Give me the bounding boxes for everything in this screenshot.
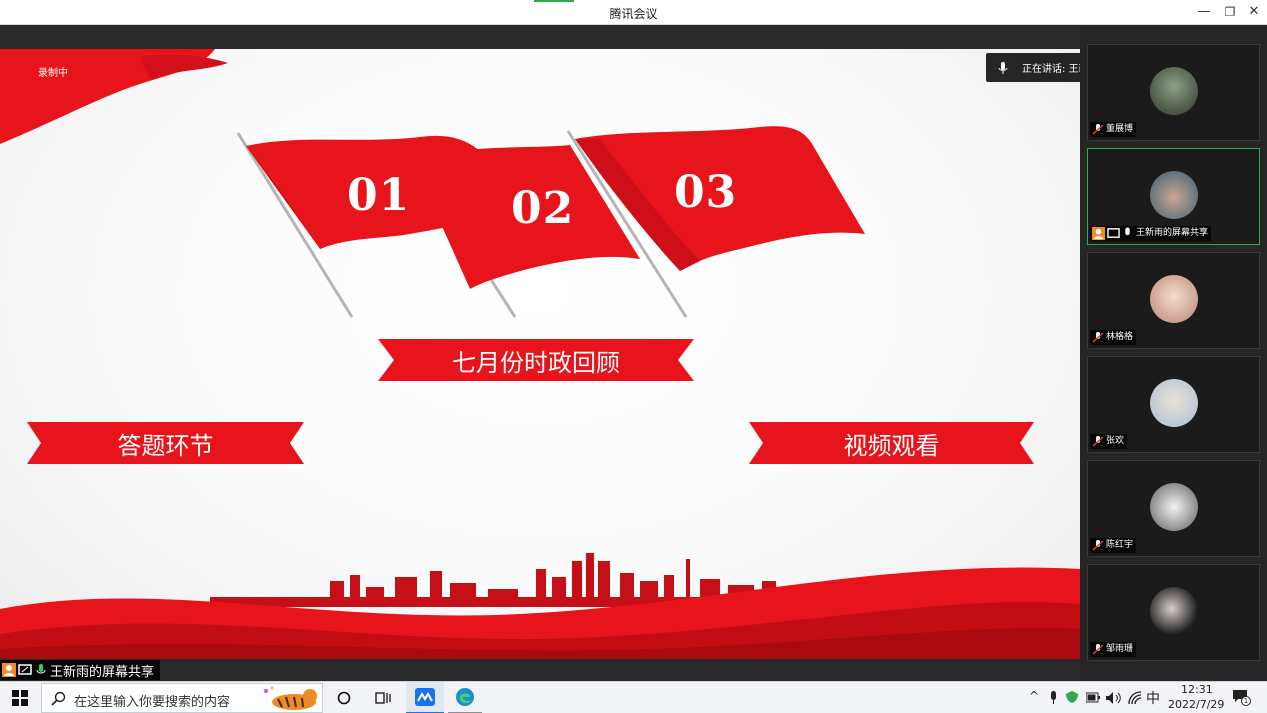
tray-expand-icon[interactable]: ^ <box>1029 689 1039 703</box>
right-banner: 视频观看 <box>749 422 1034 464</box>
mic-icon <box>1125 227 1130 236</box>
sketch-avatar <box>1150 483 1198 531</box>
wifi-icon[interactable] <box>1128 691 1142 705</box>
windows-icon <box>12 690 28 706</box>
task-view-icon <box>375 692 391 704</box>
edge-taskbar-button[interactable] <box>448 682 482 713</box>
screen-share-icon <box>1107 228 1120 238</box>
cartoon-avatar <box>1150 67 1198 115</box>
taskbar-search[interactable]: 在这里输入你要搜索的内容 <box>41 683 323 713</box>
volume-icon[interactable] <box>1105 691 1123 705</box>
center-banner: 七月份时政回顾 <box>378 339 694 381</box>
title-bar: 腾讯会议 — ❐ ✕ <box>0 0 1267 25</box>
screen-share-icon <box>18 664 32 675</box>
tiger-illustration-icon <box>264 686 317 710</box>
tencent-meeting-taskbar-button[interactable] <box>406 682 444 713</box>
ime-indicator[interactable]: 中 <box>1146 688 1160 708</box>
user-icon <box>1092 227 1105 240</box>
task-view-button[interactable] <box>332 682 356 713</box>
participant-tile[interactable]: 陈红宇 <box>1087 460 1260 557</box>
clock-date[interactable]: 2022/7/29 <box>1168 698 1224 711</box>
mic-muted-icon <box>1093 644 1103 655</box>
security-shield-icon[interactable] <box>1066 691 1078 703</box>
window-title: 腾讯会议 <box>609 7 658 21</box>
girl-avatar <box>1150 379 1198 427</box>
participant-tile[interactable]: 张欢 <box>1087 356 1260 453</box>
mic-muted-icon <box>1093 332 1103 343</box>
screen-share-tag: 王新雨的屏幕共享 <box>0 660 161 680</box>
flag-number-1: 01 <box>347 170 411 221</box>
mic-muted-icon <box>1093 124 1103 135</box>
photo-avatar <box>1150 171 1198 219</box>
participant-name: 王新雨的屏幕共享 <box>1090 226 1212 241</box>
participant-name: 董展博 <box>1090 122 1137 137</box>
start-button[interactable] <box>6 682 34 713</box>
user-icon <box>2 663 16 677</box>
notification-button[interactable]: 1 <box>1232 688 1251 706</box>
center-banner-label: 七月份时政回顾 <box>452 348 620 377</box>
search-placeholder: 在这里输入你要搜索的内容 <box>74 695 231 710</box>
participant-tile[interactable]: 林格格 <box>1087 252 1260 349</box>
restore-button[interactable]: ❐ <box>1219 3 1241 21</box>
close-button[interactable]: ✕ <box>1243 3 1265 21</box>
participant-tile-active[interactable]: 王新雨的屏幕共享 <box>1087 148 1260 245</box>
tencent-meeting-icon <box>415 688 435 706</box>
mic-muted-icon <box>1093 436 1103 447</box>
dark-hair-avatar <box>1150 587 1198 635</box>
task-switch-button[interactable] <box>371 682 395 713</box>
share-status-bar <box>0 659 1080 681</box>
app-window: 腾讯会议 — ❐ ✕ 录制中 01 02 03 七月份时政回顾 答题环节 视频观… <box>0 0 1267 713</box>
minimize-button[interactable]: — <box>1193 3 1215 21</box>
participant-tile[interactable]: 邹雨珊 <box>1087 564 1260 661</box>
mic-on-icon <box>36 664 46 674</box>
left-banner: 答题环节 <box>27 422 304 464</box>
battery-icon[interactable] <box>1086 692 1100 703</box>
participant-name: 张欢 <box>1090 434 1128 449</box>
anime-girl-avatar <box>1150 275 1198 323</box>
participant-name: 邹雨珊 <box>1090 642 1137 657</box>
participant-tile[interactable]: 董展博 <box>1087 44 1260 141</box>
clock-time[interactable]: 12:31 <box>1181 683 1213 696</box>
flag-number-3: 03 <box>674 167 738 218</box>
speaker-mic-icon <box>998 61 1008 74</box>
microphone-icon[interactable] <box>1049 691 1058 705</box>
mic-muted-icon <box>1093 540 1103 551</box>
cortana-circle-icon <box>337 691 351 705</box>
edge-browser-icon <box>456 688 474 706</box>
participant-name: 陈红宇 <box>1090 538 1137 553</box>
right-banner-label: 视频观看 <box>843 431 940 460</box>
flag-number-2: 02 <box>511 183 575 234</box>
participant-name: 林格格 <box>1090 330 1137 345</box>
title-accent <box>534 0 574 2</box>
search-icon <box>51 691 66 706</box>
left-banner-label: 答题环节 <box>117 431 214 460</box>
taskbar: 在这里输入你要搜索的内容 ^ 中 12:31 2022/7/29 1 <box>0 681 1267 713</box>
meeting-toolbar-strip <box>0 25 1080 49</box>
recording-label: 录制中 <box>38 68 68 79</box>
notification-badge: 1 <box>1241 696 1251 706</box>
shared-screen: 录制中 01 02 03 七月份时政回顾 答题环节 视频观看 <box>0 49 1080 659</box>
share-tag-label: 王新雨的屏幕共享 <box>50 664 155 680</box>
